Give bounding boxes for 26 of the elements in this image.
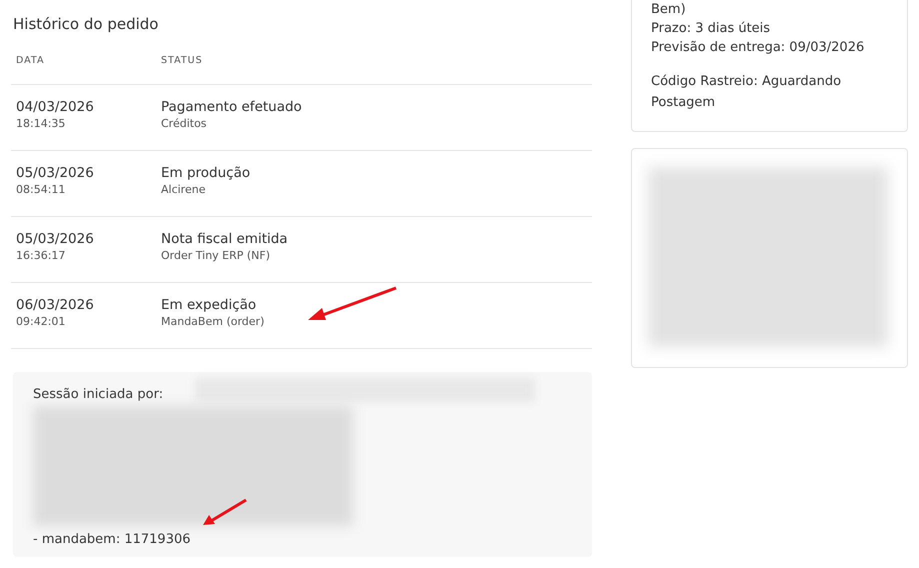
date-text: 04/03/2026 — [16, 99, 95, 115]
status-text: Pagamento efetuado — [161, 99, 302, 115]
session-label: Sessão iniciada por: — [33, 387, 164, 402]
annotation-arrow — [203, 498, 248, 526]
time-text: 18:14:35 — [16, 117, 66, 130]
time-text: 08:54:11 — [16, 183, 66, 196]
section-title: Histórico do pedido — [13, 15, 160, 35]
source-text: Alcirene — [161, 183, 206, 196]
source-text: Order Tiny ERP (NF) — [161, 249, 272, 262]
tracking-text: Código Rastreio: Aguardando Postagem — [651, 73, 842, 112]
date-text: 05/03/2026 — [16, 165, 95, 181]
time-text: 09:42:01 — [16, 315, 66, 328]
status-text: Nota fiscal emitida — [161, 231, 288, 247]
time-text: 16:36:17 — [16, 249, 66, 262]
shipping-detail: Previsão de entrega: 09/03/2026 — [651, 39, 866, 57]
date-text: 05/03/2026 — [16, 231, 95, 247]
shipping-detail: Prazo: 3 dias úteis — [651, 20, 772, 38]
status-text: Em expedição — [161, 297, 258, 313]
status-text: Em produção — [161, 165, 250, 181]
column-header: STATUS — [161, 55, 203, 66]
source-text: MandaBem (order) — [161, 315, 264, 328]
date-text: 06/03/2026 — [16, 297, 95, 313]
column-header: DATA — [16, 55, 46, 66]
shipping-detail: Bem) — [651, 1, 687, 19]
source-text: Créditos — [161, 117, 208, 130]
session-detail: - mandabem: 11719306 — [33, 532, 192, 547]
